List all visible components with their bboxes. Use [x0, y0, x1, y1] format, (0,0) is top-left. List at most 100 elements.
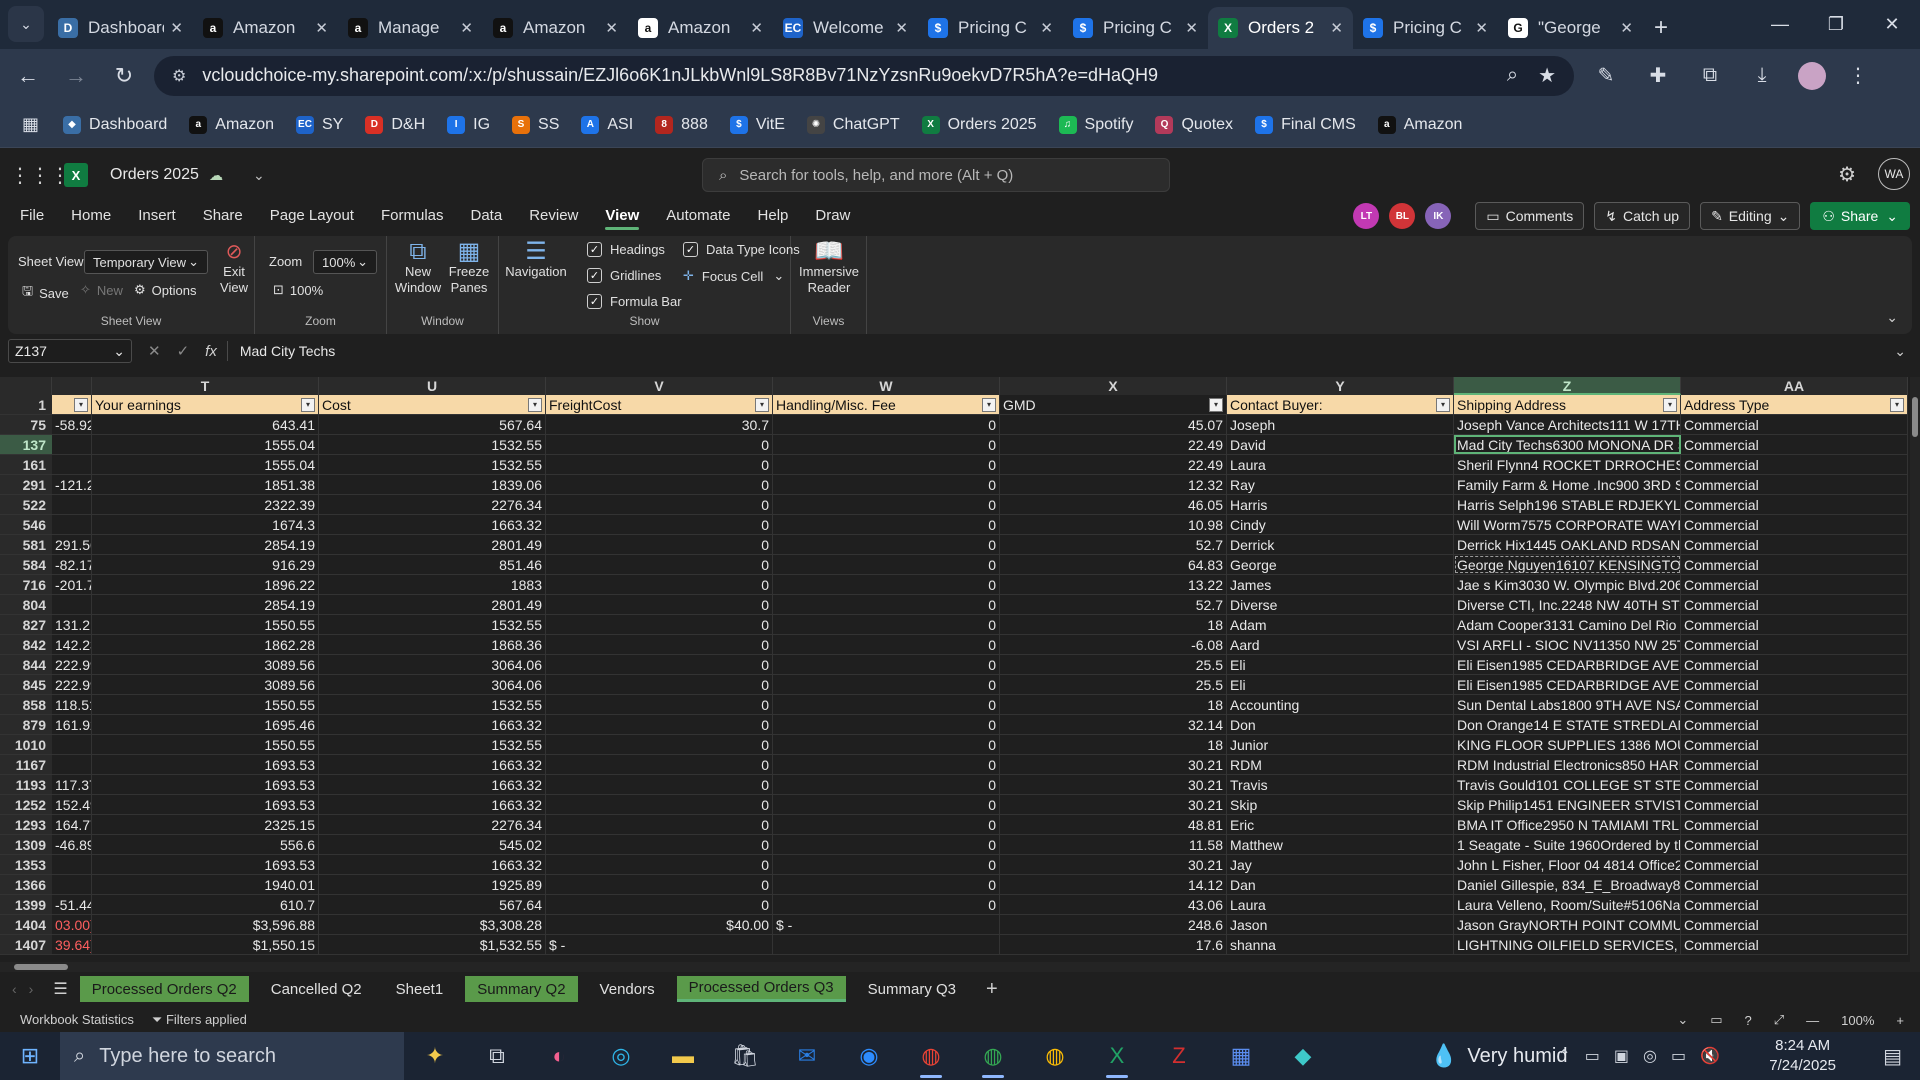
ribbon-collapse-chevron-icon[interactable]: ⌄	[1886, 309, 1898, 326]
copilot-icon[interactable]: ✦	[404, 1032, 466, 1080]
grid-cell[interactable]: 10.98	[1000, 515, 1227, 534]
browser-menu-icon[interactable]: ⋮	[1838, 56, 1878, 96]
grid-cell[interactable]: Don Orange14 E STATE STREDLANDS, (	[1454, 715, 1681, 734]
grid-cell[interactable]: 117.37	[52, 775, 92, 794]
edge-browser-icon[interactable]: ◎	[590, 1032, 652, 1080]
windows-start-icon[interactable]: ⊞	[0, 1043, 60, 1069]
grid-cell[interactable]: Commercial	[1681, 775, 1908, 794]
grid-cell[interactable]	[52, 755, 92, 774]
grid-cell[interactable]	[52, 595, 92, 614]
filter-dropdown-icon[interactable]: ▾	[1663, 398, 1677, 412]
grid-cell[interactable]: 0	[773, 675, 1000, 694]
grid-cell[interactable]: -6.08	[1000, 635, 1227, 654]
grid-cell[interactable]: Commercial	[1681, 675, 1908, 694]
address-bar[interactable]: ⚙ vcloudchoice-my.sharepoint.com/:x:/p/s…	[154, 55, 1574, 96]
grid-cell[interactable]: VSI ARFLI - SIOC NV11350 NW 25TH S	[1454, 635, 1681, 654]
grid-cell[interactable]: 0	[546, 435, 773, 454]
grid-cell[interactable]: Sun Dental Labs1800 9TH AVE NSAINT	[1454, 695, 1681, 714]
column-header[interactable]: U	[319, 377, 546, 395]
ribbon-tab-home[interactable]: Home	[71, 207, 111, 224]
grid-cell[interactable]: Commercial	[1681, 835, 1908, 854]
grid-cell[interactable]: $3,596.88	[92, 915, 319, 934]
taskbar-search[interactable]: ⌕ Type here to search	[60, 1032, 404, 1080]
all-sheets-menu-icon[interactable]: ☰	[53, 979, 67, 999]
restore-button[interactable]: ❐	[1808, 0, 1864, 49]
grid-cell[interactable]: 222.99	[52, 655, 92, 674]
grid-cell[interactable]: $1,532.55	[319, 935, 546, 954]
grid-cell[interactable]: 2322.39	[92, 495, 319, 514]
grid-cell[interactable]: 131.21	[52, 615, 92, 634]
grid-cell[interactable]: Commercial	[1681, 615, 1908, 634]
grid-cell[interactable]: Don	[1227, 715, 1454, 734]
zoom-in-icon[interactable]: +	[1896, 1013, 1904, 1028]
weather-widget[interactable]: 💧 Very humid	[1430, 1032, 1567, 1080]
site-info-icon[interactable]: ⚙	[172, 66, 186, 86]
app-launcher-icon[interactable]: ⋮⋮⋮	[10, 163, 70, 188]
grid-cell[interactable]: 164.77	[52, 815, 92, 834]
grid-cell[interactable]: 1550.55	[92, 695, 319, 714]
calculator-icon[interactable]: ▦	[1210, 1032, 1272, 1080]
grid-cell[interactable]: Ray	[1227, 475, 1454, 494]
screen-record-icon[interactable]: ◎	[1643, 1046, 1657, 1066]
collaborator-avatar[interactable]: BL	[1389, 203, 1416, 229]
grid-cell[interactable]: 0	[546, 795, 773, 814]
catch-up-button[interactable]: ↯ Catch up	[1594, 202, 1691, 230]
grid-cell[interactable]: 851.46	[319, 555, 546, 574]
column-title-cell[interactable]: Handling/Misc. Fee ▾	[773, 395, 1000, 414]
filter-dropdown-icon[interactable]: ▾	[301, 398, 315, 412]
ribbon-tab-formulas[interactable]: Formulas	[381, 207, 444, 224]
bookmark-item[interactable]: $ Final CMS	[1255, 115, 1356, 134]
filter-dropdown-icon[interactable]: ▾	[755, 398, 769, 412]
row-number[interactable]: 858	[0, 695, 52, 714]
grid-cell[interactable]: 30.21	[1000, 795, 1227, 814]
grid-cell[interactable]: 43.06	[1000, 895, 1227, 914]
column-title-cell[interactable]: FreightCost ▾	[546, 395, 773, 414]
grid-cell[interactable]: 0	[546, 715, 773, 734]
grid-cell[interactable]: 2276.34	[319, 815, 546, 834]
grid-cell[interactable]: 1663.32	[319, 795, 546, 814]
ribbon-tab-draw[interactable]: Draw	[815, 207, 850, 224]
filter-dropdown-icon[interactable]: ▾	[1209, 398, 1223, 412]
bookmark-item[interactable]: S SS	[512, 115, 559, 134]
column-title-cell[interactable]: Your earnings ▾	[92, 395, 319, 414]
grid-cell[interactable]: Laura	[1227, 895, 1454, 914]
grid-cell[interactable]: 0	[546, 675, 773, 694]
tab-close-icon[interactable]: ✕	[605, 19, 618, 37]
focus-cell-button[interactable]: ✛ Focus Cell ⌄	[683, 268, 784, 284]
grid-cell[interactable]: 1550.55	[92, 615, 319, 634]
grid-cell[interactable]: 0	[546, 815, 773, 834]
grid-cell[interactable]: Jason	[1227, 915, 1454, 934]
browser-tab[interactable]: $ Pricing C ✕	[1353, 7, 1498, 49]
grid-cell[interactable]: Commercial	[1681, 915, 1908, 934]
grid-cell[interactable]: Cindy	[1227, 515, 1454, 534]
close-window-button[interactable]: ✕	[1864, 0, 1920, 49]
grid-cell[interactable]: Commercial	[1681, 415, 1908, 434]
navigation-button[interactable]: ☰ Navigation	[505, 240, 567, 280]
grid-cell[interactable]: Junior	[1227, 735, 1454, 754]
grid-cell[interactable]: 18	[1000, 695, 1227, 714]
grid-cell[interactable]: 0	[773, 835, 1000, 854]
grid-cell[interactable]: 0	[546, 855, 773, 874]
new-window-button[interactable]: ⧉ New Window	[393, 240, 443, 296]
filter-dropdown-icon[interactable]: ▾	[528, 398, 542, 412]
grid-cell[interactable]: 0	[773, 875, 1000, 894]
grid-cell[interactable]: 0	[773, 475, 1000, 494]
column-header[interactable]: V	[546, 377, 773, 395]
grid-cell[interactable]: 0	[773, 635, 1000, 654]
row-number[interactable]: 827	[0, 615, 52, 634]
grid-cell[interactable]: 2854.19	[92, 535, 319, 554]
spreadsheet-grid[interactable]: T U V W X Y Z AA 1 ▾ Your earnings ▾ Cost ▾ FreightCo…	[0, 377, 1910, 959]
browser-tab[interactable]: EC Welcome ✕	[773, 7, 918, 49]
bookmark-item[interactable]: Q Quotex	[1155, 115, 1233, 134]
grid-cell[interactable]: Daniel Gillespie, 834_E_Broadway834	[1454, 875, 1681, 894]
zoom-100-button[interactable]: ⊡ 100%	[273, 282, 323, 298]
name-box[interactable]: Z137 ⌄	[8, 339, 132, 363]
grid-cell[interactable]: 1663.32	[319, 855, 546, 874]
grid-cell[interactable]: Diverse CTI, Inc.2248 NW 40TH STOKL	[1454, 595, 1681, 614]
grid-cell[interactable]: 545.02	[319, 835, 546, 854]
display-icon[interactable]: ▭	[1585, 1046, 1600, 1066]
tab-close-icon[interactable]: ✕	[460, 19, 473, 37]
grid-cell[interactable]: Commercial	[1681, 695, 1908, 714]
grid-cell[interactable]: 0	[773, 855, 1000, 874]
clock[interactable]: 8:24 AM 7/24/2025	[1769, 1036, 1836, 1076]
